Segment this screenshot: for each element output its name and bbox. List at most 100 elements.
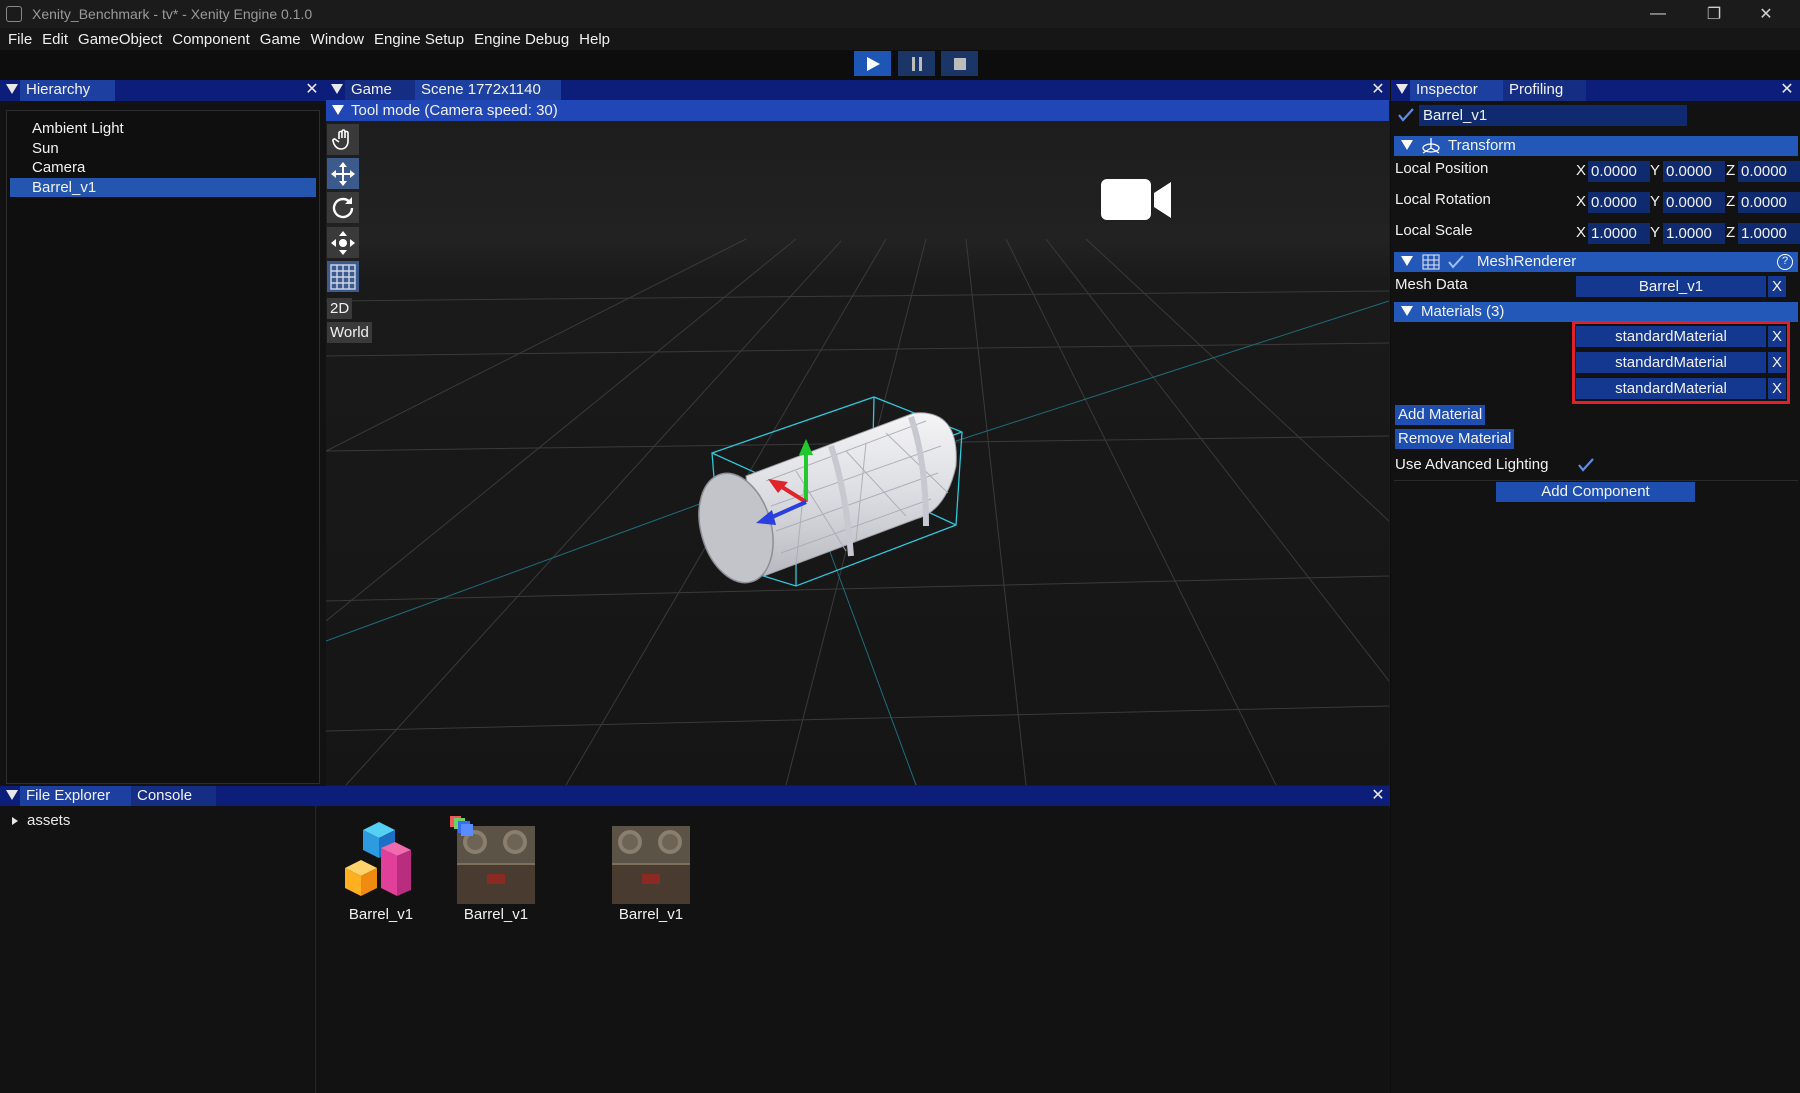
position-y-field[interactable]: 0.0000 [1663, 161, 1725, 182]
file-tree: assets [0, 806, 316, 1093]
stop-button[interactable] [941, 51, 978, 76]
remove-material-button[interactable]: Remove Material [1395, 429, 1515, 449]
material-1-clear-button[interactable]: X [1768, 326, 1786, 347]
material-slot-1[interactable]: standardMaterial [1576, 326, 1766, 347]
hierarchy-item-ambient-light[interactable]: Ambient Light [10, 119, 316, 138]
transform-section-header[interactable]: Transform [1394, 136, 1798, 156]
material-slot-3[interactable]: standardMaterial [1576, 378, 1766, 399]
collapse-arrow-icon [1401, 306, 1413, 316]
tree-item-assets[interactable]: assets [27, 812, 70, 829]
grid-tool-button[interactable] [327, 261, 359, 292]
hierarchy-item-camera[interactable]: Camera [10, 158, 316, 177]
axis-y-label: Y [1650, 193, 1661, 210]
transform-icon [1422, 138, 1440, 154]
help-icon[interactable]: ? [1777, 254, 1793, 270]
asset-mesh-barrel[interactable] [341, 822, 421, 902]
add-material-button[interactable]: Add Material [1395, 405, 1486, 425]
scale-tool-button[interactable] [327, 227, 359, 258]
hierarchy-item-barrel-v1[interactable]: Barrel_v1 [10, 178, 316, 197]
hierarchy-item-sun[interactable]: Sun [10, 139, 316, 158]
move-tool-button[interactable] [327, 158, 359, 189]
collapse-arrow-icon [1401, 256, 1413, 266]
hierarchy-panel: Hierarchy ✕ Ambient Light Sun Camera Bar… [0, 80, 326, 786]
pause-icon [911, 56, 922, 71]
close-icon[interactable]: ✕ [1368, 80, 1388, 101]
collapse-arrow-icon[interactable] [1396, 84, 1408, 94]
collapse-arrow-icon [1401, 140, 1413, 150]
object-name-input[interactable]: Barrel_v1 [1419, 105, 1687, 126]
tool-mode-label: Tool mode (Camera speed: 30) [351, 102, 558, 119]
scene-view[interactable] [326, 121, 1389, 785]
rotation-y-field[interactable]: 0.0000 [1663, 192, 1725, 213]
scale-icon [331, 230, 355, 255]
menu-engine-debug[interactable]: Engine Debug [469, 31, 574, 48]
mesh-data-slot[interactable]: Barrel_v1 [1576, 276, 1766, 297]
expand-arrow-icon[interactable] [12, 817, 18, 825]
app-icon [6, 6, 22, 22]
tool-mode-header[interactable]: Tool mode (Camera speed: 30) [326, 100, 1389, 121]
axis-x-label: X [1576, 193, 1587, 210]
collapse-arrow-icon[interactable] [6, 84, 18, 94]
asset-grid: Barrel_v1 Barrel_v1 Barrel_v1 [317, 806, 1389, 1093]
axis-x-label: X [1576, 162, 1587, 179]
add-component-button[interactable]: Add Component [1496, 482, 1695, 502]
hand-tool-button[interactable] [327, 124, 359, 155]
material-texture-icon [457, 826, 535, 904]
space-toggle[interactable]: World [327, 322, 372, 343]
checkmark-icon[interactable] [1448, 255, 1464, 269]
window-title: Xenity_Benchmark - tv* - Xenity Engine 0… [32, 6, 313, 22]
scale-x-field[interactable]: 1.0000 [1588, 223, 1650, 244]
mesh-cubes-icon [345, 822, 411, 896]
minimize-button[interactable]: — [1632, 0, 1684, 28]
tab-inspector[interactable]: Inspector [1410, 80, 1504, 101]
tab-scene[interactable]: Scene 1772x1140 [415, 80, 561, 101]
pause-button[interactable] [898, 51, 935, 76]
position-z-field[interactable]: 0.0000 [1738, 161, 1800, 182]
tab-hierarchy[interactable]: Hierarchy [20, 80, 115, 101]
material-2-clear-button[interactable]: X [1768, 352, 1786, 373]
close-window-button[interactable]: ✕ [1740, 0, 1792, 28]
material-badge-icon [449, 815, 475, 837]
inspector-tab-strip: Inspector Profiling ✕ [1391, 80, 1800, 101]
rotate-icon [332, 196, 354, 218]
rotation-x-field[interactable]: 0.0000 [1588, 192, 1650, 213]
menu-gameobject[interactable]: GameObject [73, 31, 167, 48]
tab-console[interactable]: Console [131, 786, 216, 807]
local-scale-label: Local Scale [1395, 222, 1473, 239]
material-slot-2[interactable]: standardMaterial [1576, 352, 1766, 373]
menu-game[interactable]: Game [255, 31, 306, 48]
object-active-checkbox[interactable] [1397, 106, 1415, 124]
menu-engine-setup[interactable]: Engine Setup [369, 31, 469, 48]
collapse-arrow-icon[interactable] [331, 84, 343, 94]
menu-edit[interactable]: Edit [37, 31, 73, 48]
asset-texture-barrel[interactable] [612, 826, 690, 904]
play-button[interactable] [854, 51, 891, 76]
close-icon[interactable]: ✕ [302, 80, 322, 101]
scale-z-field[interactable]: 1.0000 [1738, 223, 1800, 244]
close-icon[interactable]: ✕ [1368, 786, 1388, 807]
collapse-arrow-icon[interactable] [6, 790, 18, 800]
rotate-tool-button[interactable] [327, 192, 359, 223]
restore-button[interactable]: ❐ [1688, 0, 1740, 28]
scale-y-field[interactable]: 1.0000 [1663, 223, 1725, 244]
axis-y-label: Y [1650, 224, 1661, 241]
hierarchy-tab-strip: Hierarchy ✕ [0, 80, 326, 101]
mode-2d-toggle[interactable]: 2D [327, 298, 353, 319]
tab-file-explorer[interactable]: File Explorer [20, 786, 132, 807]
mesh-data-clear-button[interactable]: X [1768, 276, 1786, 297]
asset-material-barrel[interactable] [457, 826, 535, 904]
close-icon[interactable]: ✕ [1777, 80, 1797, 101]
checkmark-icon [1398, 108, 1414, 122]
materials-section-header[interactable]: Materials (3) [1394, 302, 1798, 322]
rotation-z-field[interactable]: 0.0000 [1738, 192, 1800, 213]
menu-component[interactable]: Component [167, 31, 255, 48]
meshrenderer-section-header[interactable]: MeshRenderer ? [1394, 252, 1798, 272]
menu-window[interactable]: Window [306, 31, 369, 48]
tab-profiling[interactable]: Profiling [1503, 80, 1586, 101]
menu-file[interactable]: File [3, 31, 37, 48]
mesh-data-label: Mesh Data [1395, 276, 1468, 293]
advanced-lighting-checkbox[interactable] [1577, 456, 1595, 474]
position-x-field[interactable]: 0.0000 [1588, 161, 1650, 182]
material-3-clear-button[interactable]: X [1768, 378, 1786, 399]
menu-help[interactable]: Help [574, 31, 615, 48]
